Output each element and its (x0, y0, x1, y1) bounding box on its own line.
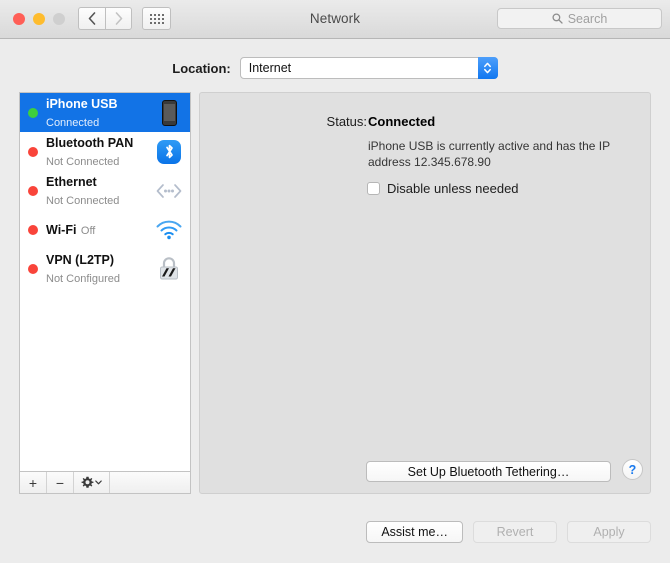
wifi-icon (154, 215, 184, 245)
toolbar-filler (110, 472, 190, 493)
search-placeholder: Search (567, 11, 608, 26)
ethernet-icon (154, 176, 184, 206)
service-status: Connected (46, 116, 100, 129)
search-field[interactable]: Search (497, 8, 662, 29)
add-service-button[interactable]: + (20, 472, 47, 493)
status-dot-red (28, 185, 38, 196)
service-row-wifi[interactable]: Wi-Fi Off (20, 210, 190, 249)
service-name: Wi-Fi (46, 222, 77, 237)
service-action-menu-button[interactable] (74, 472, 110, 493)
service-name: Bluetooth PAN (46, 135, 134, 150)
service-detail-panel: Status: Connected iPhone USB is currentl… (199, 92, 651, 494)
chevron-down-icon (95, 480, 102, 485)
status-dot-red (28, 146, 38, 157)
bluetooth-icon (154, 137, 184, 167)
location-label: Location: (172, 60, 231, 76)
status-description: iPhone USB is currently active and has t… (368, 139, 610, 169)
service-status: Not Configured (46, 272, 120, 285)
status-dot-red (28, 224, 38, 235)
assist-me-button[interactable]: Assist me… (366, 521, 463, 543)
service-name: Ethernet (46, 174, 97, 189)
service-row-iphone-usb[interactable]: iPhone USB Connected (20, 93, 190, 132)
revert-button: Revert (473, 521, 557, 543)
titlebar: Network Search (0, 0, 670, 39)
lock-icon (154, 254, 184, 284)
disable-unless-needed-row[interactable]: Disable unless needed (367, 181, 519, 196)
status-dot-green (28, 107, 38, 118)
search-icon (552, 13, 563, 24)
disable-unless-needed-checkbox[interactable] (367, 182, 380, 195)
remove-service-button[interactable]: − (47, 472, 74, 493)
service-row-vpn-l2tp[interactable]: VPN (L2TP) Not Configured (20, 249, 190, 288)
gear-icon (81, 476, 94, 488)
service-list-toolbar: + − (19, 471, 191, 494)
service-row-ethernet[interactable]: Ethernet Not Connected (20, 171, 190, 210)
location-popup-button[interactable]: Internet (239, 57, 498, 79)
location-row: Location: Internet (0, 57, 670, 79)
location-stepper[interactable] (477, 57, 498, 79)
help-button[interactable]: ? (622, 459, 643, 480)
iphone-icon (154, 98, 184, 128)
status-dot-red (28, 263, 38, 274)
network-preferences-window: Network Search Location: Internet iPhone… (0, 0, 670, 563)
up-down-chevrons-icon (484, 62, 492, 74)
footer-buttons: Assist me… Revert Apply (366, 521, 651, 543)
network-service-list[interactable]: iPhone USB Connected Bluetooth PAN Not C… (19, 92, 191, 471)
service-name: VPN (L2TP) (46, 252, 115, 267)
setup-bluetooth-tethering-button[interactable]: Set Up Bluetooth Tethering… (366, 461, 611, 482)
service-status: Not Connected (46, 155, 120, 168)
location-value: Internet (248, 61, 292, 75)
service-name: iPhone USB (46, 96, 118, 111)
service-status: Off (80, 224, 96, 237)
status-label: Status: (326, 114, 367, 129)
status-value: Connected (368, 114, 436, 129)
apply-button: Apply (567, 521, 651, 543)
service-row-bluetooth-pan[interactable]: Bluetooth PAN Not Connected (20, 132, 190, 171)
disable-unless-needed-label: Disable unless needed (387, 181, 519, 196)
service-status: Not Connected (46, 194, 120, 207)
